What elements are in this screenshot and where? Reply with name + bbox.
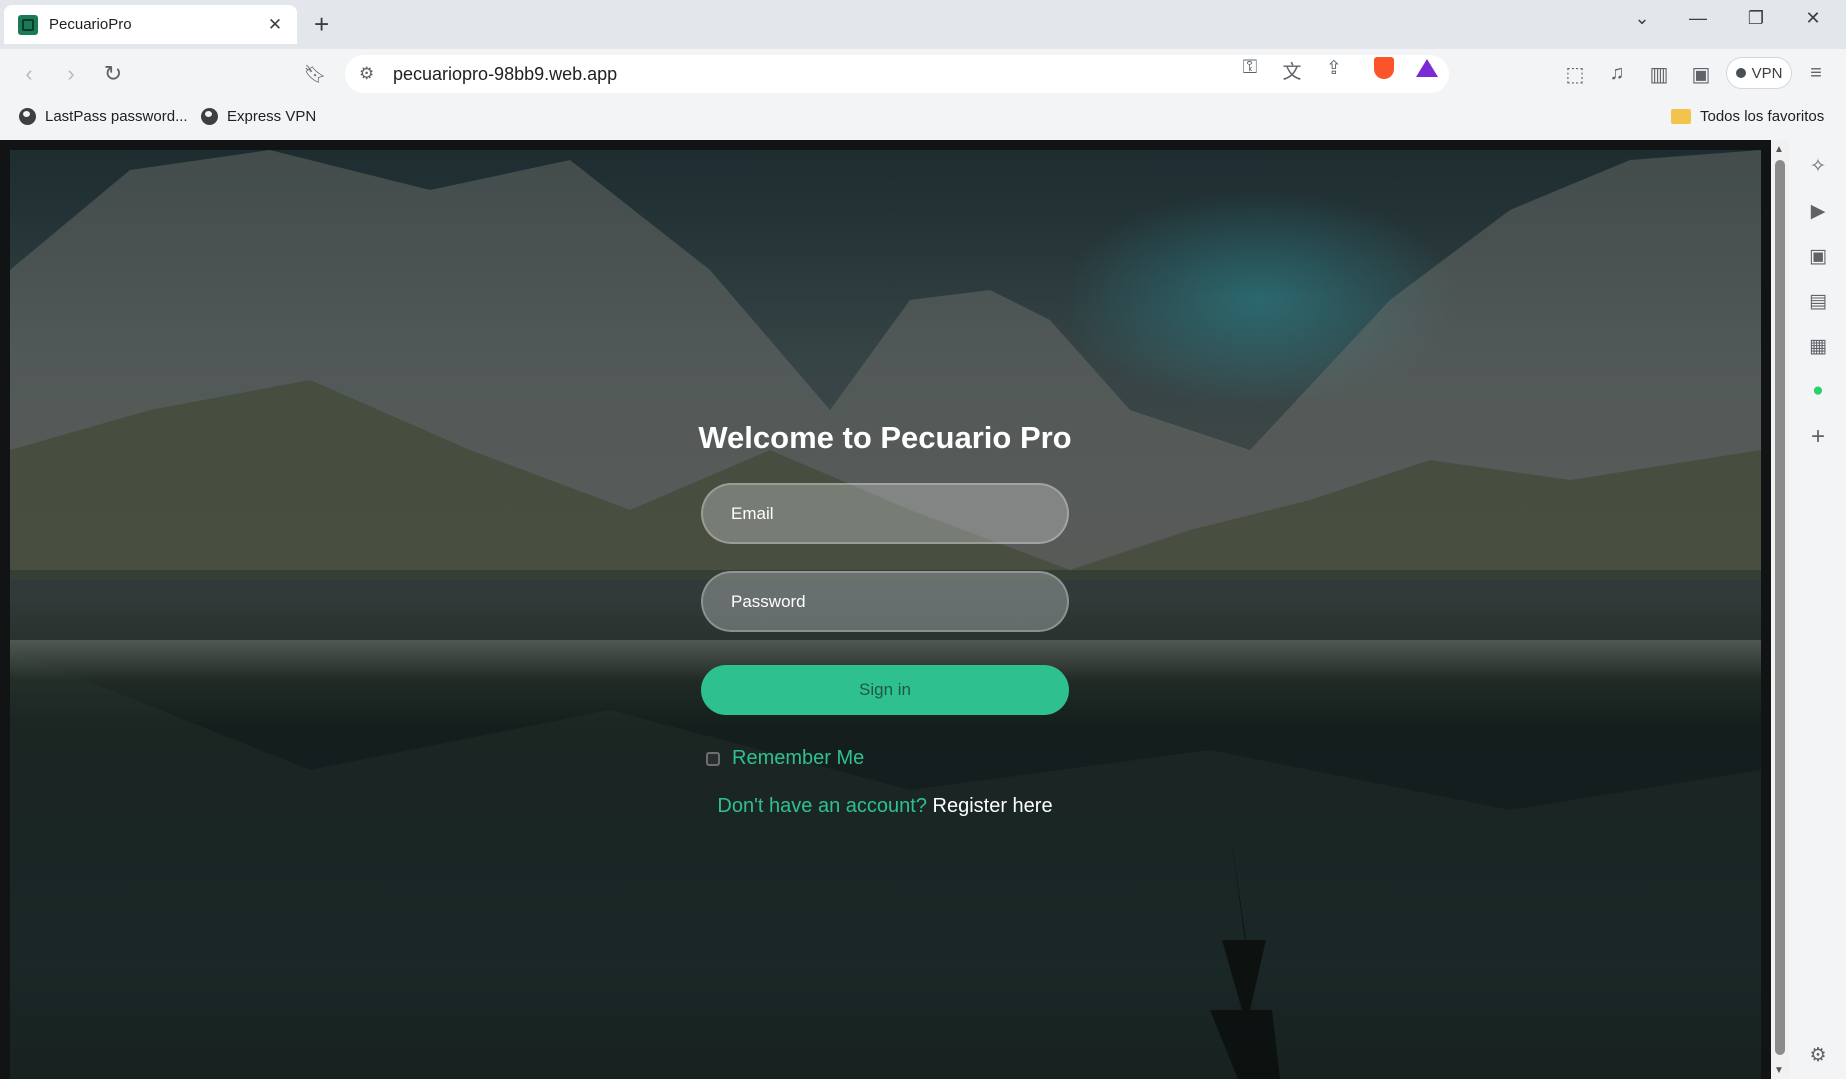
bookmark-label: LastPass password... <box>45 108 188 125</box>
password-key-icon[interactable]: ⚿ <box>1237 57 1263 79</box>
tab-list-icon[interactable]: ⌄ <box>1627 8 1657 29</box>
browser-side-panel: ✧ ▶︎ ▣ ▤ ▦ ● + ⚙︎ <box>1789 140 1846 1079</box>
browser-toolbar: ‹ › ↻ 🔖︎ ⚙︎ pecuariopro-98bb9.web.app ⚿ … <box>0 49 1846 100</box>
vpn-label: VPN <box>1751 64 1783 82</box>
email-field[interactable] <box>701 483 1069 544</box>
bookmark-label: Express VPN <box>227 108 317 125</box>
bookmark-expressvpn[interactable]: Express VPN <box>201 108 316 125</box>
site-favicon-icon <box>18 14 38 35</box>
browser-tab[interactable]: PecuarioPro ✕ <box>4 5 297 44</box>
vpn-button[interactable]: VPN <box>1726 57 1792 89</box>
vpn-status-icon <box>1735 68 1746 78</box>
whatsapp-icon[interactable]: ● <box>1806 380 1830 402</box>
site-info-icon[interactable]: ⚙︎ <box>359 64 374 84</box>
sidebar-toggle-icon[interactable]: ▥ <box>1645 62 1673 87</box>
scrollbar-thumb[interactable] <box>1775 160 1785 1055</box>
scroll-down-icon[interactable]: ▼ <box>1774 1065 1784 1076</box>
all-bookmarks-label: Todos los favoritos <box>1700 108 1825 125</box>
close-window-button[interactable]: ✕ <box>1798 8 1828 29</box>
back-icon[interactable]: ‹ <box>16 61 42 87</box>
url-text[interactable]: pecuariopro-98bb9.web.app <box>393 64 617 85</box>
new-tab-button[interactable]: + <box>314 10 329 38</box>
extensions-icon[interactable]: ⬚ <box>1561 62 1589 87</box>
reload-icon[interactable]: ↻ <box>100 61 126 87</box>
password-field[interactable] <box>701 571 1069 632</box>
brave-rewards-icon[interactable] <box>1416 59 1438 77</box>
reading-list-icon[interactable]: ▦ <box>1806 335 1830 358</box>
minimize-button[interactable]: — <box>1683 8 1713 29</box>
bookmarks-bar: LastPass password... Express VPN Todos l… <box>0 100 1846 140</box>
page-title: Welcome to Pecuario Pro <box>698 420 1072 455</box>
add-panel-icon[interactable]: + <box>1806 423 1830 451</box>
globe-icon <box>19 108 36 125</box>
settings-gear-icon[interactable]: ⚙︎ <box>1806 1044 1830 1067</box>
register-prompt: Don't have an account? Register here <box>600 795 1170 818</box>
globe-icon <box>201 108 218 125</box>
remember-me-row: Remember Me <box>706 747 864 770</box>
scroll-up-icon[interactable]: ▲ <box>1774 144 1784 155</box>
restore-button[interactable]: ❐ <box>1741 8 1771 29</box>
all-bookmarks-folder[interactable]: Todos los favoritos <box>1671 108 1824 125</box>
remember-me-label[interactable]: Remember Me <box>732 747 864 770</box>
register-question: Don't have an account? <box>717 795 927 817</box>
bookmarks-panel-icon[interactable]: ▤ <box>1806 290 1830 313</box>
forward-icon[interactable]: › <box>58 61 84 87</box>
bookmark-lastpass[interactable]: LastPass password... <box>19 108 188 125</box>
folder-icon <box>1671 109 1691 124</box>
sign-in-button[interactable]: Sign in <box>701 665 1069 715</box>
leo-ai-icon[interactable]: ✧ <box>1806 155 1830 178</box>
share-icon[interactable]: ⇪ <box>1321 57 1347 80</box>
menu-icon[interactable]: ≡ <box>1802 62 1830 85</box>
brave-shields-icon[interactable] <box>1374 57 1394 79</box>
wallet-icon[interactable]: ▣ <box>1687 62 1715 87</box>
wallet-panel-icon[interactable]: ▣ <box>1806 245 1830 268</box>
video-icon[interactable]: ▶︎ <box>1806 200 1830 223</box>
tab-close-icon[interactable]: ✕ <box>265 15 285 35</box>
page-scrollbar[interactable]: ▲ ▼ <box>1771 140 1789 1079</box>
translate-icon[interactable]: 文 <box>1279 57 1305 84</box>
remember-me-checkbox[interactable] <box>706 751 720 766</box>
tab-title: PecuarioPro <box>49 16 132 33</box>
media-icon[interactable]: ♫ <box>1603 62 1631 85</box>
tab-strip: PecuarioPro ✕ + ⌄ — ❐ ✕ <box>0 0 1846 49</box>
register-link[interactable]: Register here <box>933 795 1053 817</box>
bookmark-page-icon[interactable]: 🔖︎ <box>302 61 328 87</box>
